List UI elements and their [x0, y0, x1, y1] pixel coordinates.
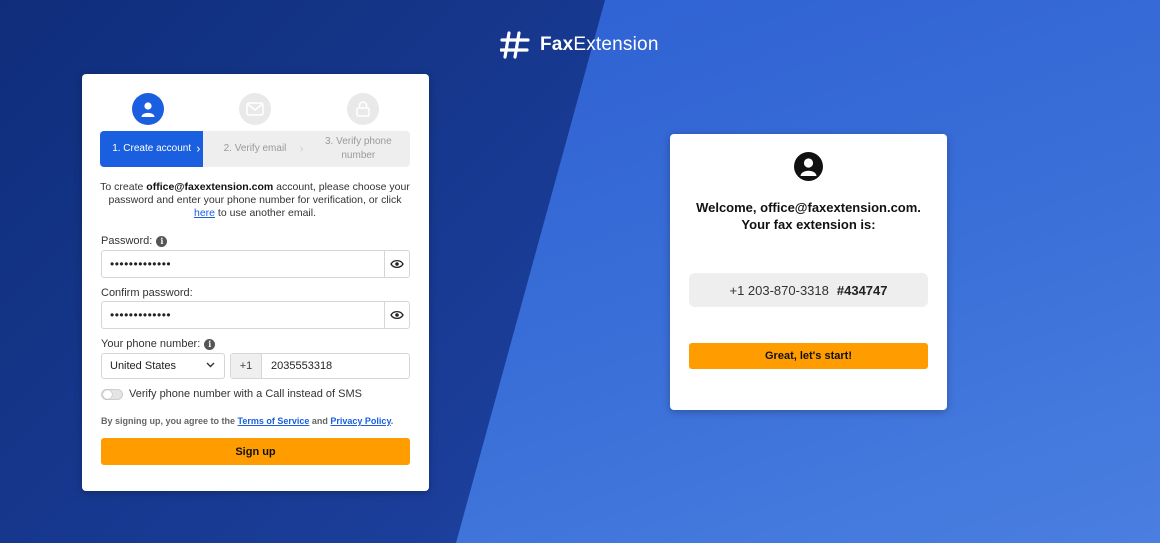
country-select[interactable]: United States: [101, 353, 225, 379]
phone-number-field[interactable]: +1 2035553318: [230, 353, 410, 379]
fax-number: +1 203-870-3318: [729, 282, 829, 298]
welcome-heading: Welcome, office@faxextension.com. Your f…: [696, 200, 921, 232]
intro-text: To create office@faxextension.com accoun…: [100, 181, 410, 220]
welcome-card: Welcome, office@faxextension.com. Your f…: [670, 134, 947, 410]
brand-name: FaxExtension: [540, 34, 659, 55]
step-verify-phone[interactable]: 3. Verify phone number: [307, 131, 410, 167]
phone-number-input[interactable]: 2035553318: [262, 360, 332, 372]
brand-logo: FaxExtension: [500, 31, 659, 59]
step-icons: [82, 93, 429, 125]
user-avatar-icon: [794, 152, 823, 181]
envelope-icon: [239, 93, 271, 125]
stepper: 1. Create account › 2. Verify email › 3.…: [100, 131, 410, 167]
fax-extension-display: +1 203-870-3318 #434747: [689, 273, 928, 307]
show-confirm-password-eye-icon[interactable]: [384, 302, 409, 328]
terms-text: By signing up, you agree to the Terms of…: [101, 416, 394, 426]
info-icon[interactable]: i: [156, 235, 168, 247]
chevron-right-icon: ›: [299, 141, 304, 156]
chevron-right-icon: ›: [196, 141, 201, 156]
step-create-account[interactable]: 1. Create account ›: [100, 131, 204, 167]
confirm-password-label: Confirm password:: [101, 287, 193, 299]
user-icon: [132, 93, 164, 125]
hash-logo-icon: [500, 31, 530, 59]
extension-number: #434747: [836, 282, 888, 298]
chevron-down-icon: [206, 362, 215, 368]
terms-of-service-link[interactable]: Terms of Service: [238, 416, 310, 426]
signup-card: 1. Create account › 2. Verify email › 3.…: [82, 74, 429, 491]
use-another-email-link[interactable]: here: [194, 207, 215, 219]
step-verify-email[interactable]: 2. Verify email ›: [203, 131, 306, 167]
sign-up-button[interactable]: Sign up: [101, 438, 410, 465]
call-verify-toggle[interactable]: [101, 388, 123, 400]
call-verify-label: Verify phone number with a Call instead …: [129, 388, 362, 400]
get-started-button[interactable]: Great, let's start!: [689, 343, 928, 369]
privacy-policy-link[interactable]: Privacy Policy: [330, 416, 390, 426]
confirm-password-field[interactable]: •••••••••••••: [101, 301, 410, 329]
password-field[interactable]: •••••••••••••: [101, 250, 410, 278]
call-verify-row: Verify phone number with a Call instead …: [101, 388, 362, 400]
phone-label: Your phone number: i: [101, 338, 216, 350]
phone-lock-icon: [347, 93, 379, 125]
show-password-eye-icon[interactable]: [384, 251, 409, 277]
password-label: Password: i: [101, 235, 168, 247]
country-code-prefix: +1: [231, 354, 262, 378]
info-icon[interactable]: i: [204, 338, 216, 350]
